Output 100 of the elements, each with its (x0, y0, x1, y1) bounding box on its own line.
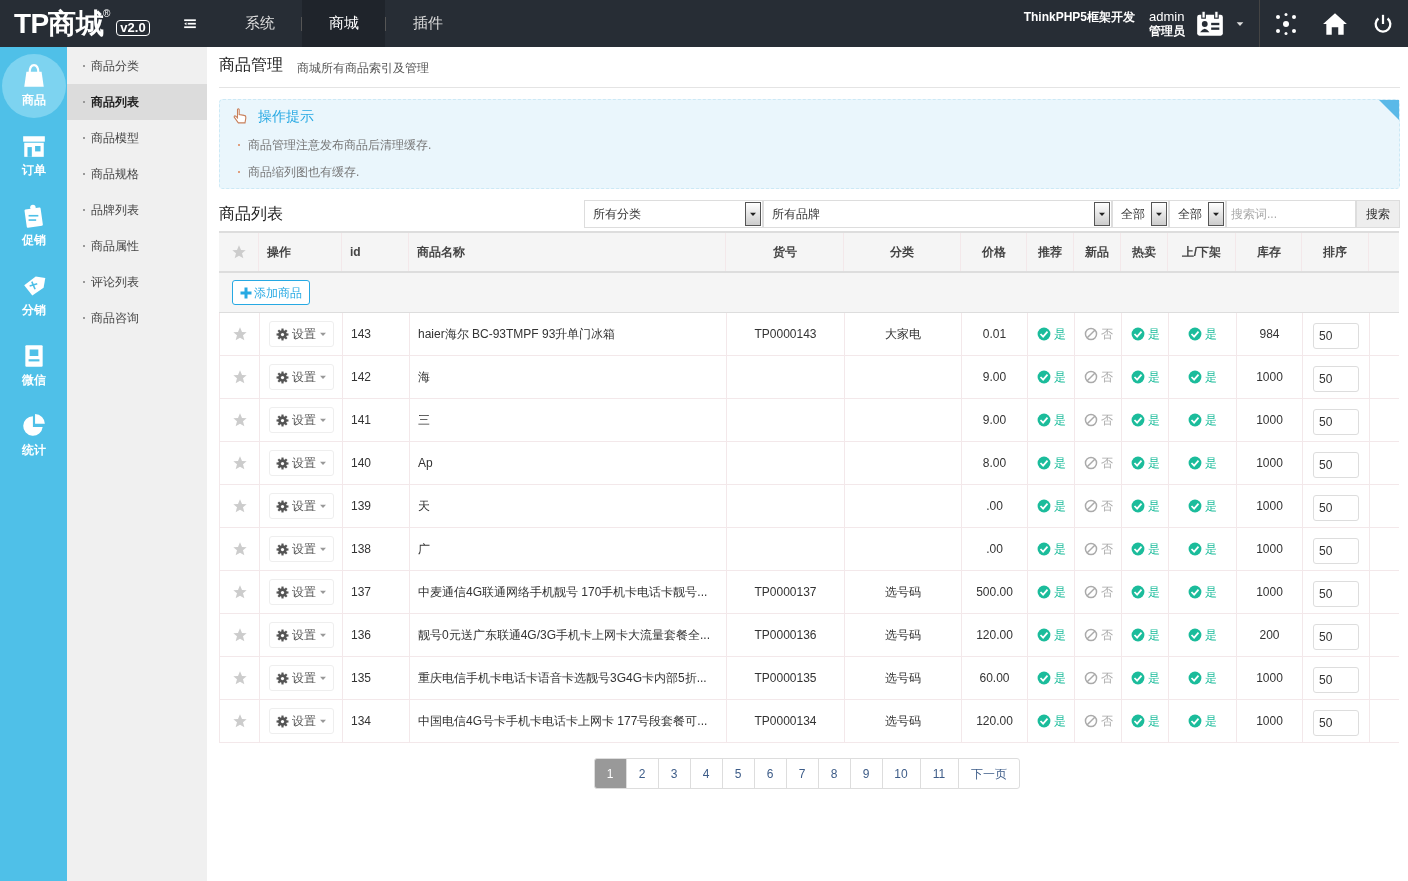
sort-field[interactable]: 50 (1313, 322, 1359, 349)
filter-dropdown[interactable]: 所有品牌 (763, 200, 1112, 228)
sort-field[interactable]: 50 (1313, 537, 1359, 564)
star-icon[interactable] (231, 369, 248, 385)
submenu-item[interactable]: 评论列表 (67, 264, 207, 300)
settings-button[interactable]: 设置 (268, 536, 334, 562)
page-link[interactable]: 3 (657, 758, 691, 789)
submenu-item[interactable]: 商品咨询 (67, 300, 207, 336)
sort-field[interactable]: 50 (1313, 666, 1359, 693)
settings-button[interactable]: 设置 (268, 407, 334, 433)
settings-button[interactable]: 设置 (268, 450, 334, 476)
page-link[interactable]: 2 (625, 758, 659, 789)
settings-button[interactable]: 设置 (268, 665, 334, 691)
status-toggle[interactable]: 否 (1083, 583, 1113, 601)
settings-button[interactable]: 设置 (268, 493, 334, 519)
status-toggle[interactable]: 是 (1130, 411, 1160, 429)
status-toggle[interactable]: 是 (1188, 583, 1217, 601)
status-toggle[interactable]: 否 (1083, 411, 1113, 429)
submenu-item[interactable]: 品牌列表 (67, 192, 207, 228)
settings-button[interactable]: 设置 (268, 708, 334, 734)
next-page-link[interactable]: 下一页 (957, 758, 1020, 789)
page-link[interactable]: 8 (817, 758, 851, 789)
star-icon[interactable] (231, 541, 248, 557)
status-toggle[interactable]: 是 (1036, 325, 1066, 343)
status-toggle[interactable]: 是 (1130, 497, 1160, 515)
sort-field[interactable]: 50 (1313, 408, 1359, 435)
sidebar-item[interactable]: 促销 (1, 194, 66, 258)
star-icon[interactable] (231, 713, 248, 729)
sort-field[interactable]: 50 (1313, 580, 1359, 607)
sort-field[interactable]: 50 (1313, 494, 1359, 521)
settings-button[interactable]: 设置 (268, 364, 334, 390)
page-link[interactable]: 9 (849, 758, 883, 789)
status-toggle[interactable]: 是 (1130, 712, 1160, 730)
page-link[interactable]: 7 (785, 758, 819, 789)
star-icon[interactable] (231, 670, 248, 686)
sidebar-item[interactable]: 订单 (1, 124, 66, 188)
status-toggle[interactable]: 是 (1188, 454, 1217, 472)
submenu-item[interactable]: 商品列表 (67, 84, 207, 120)
status-toggle[interactable]: 是 (1188, 497, 1217, 515)
sort-field[interactable]: 50 (1313, 451, 1359, 478)
sidebar-item[interactable]: 分销 (1, 264, 66, 328)
status-toggle[interactable]: 是 (1130, 454, 1160, 472)
status-toggle[interactable]: 是 (1188, 540, 1217, 558)
status-toggle[interactable]: 是 (1036, 454, 1066, 472)
status-toggle[interactable]: 是 (1130, 325, 1160, 343)
status-toggle[interactable]: 否 (1083, 669, 1113, 687)
status-toggle[interactable]: 否 (1083, 712, 1113, 730)
star-icon[interactable] (231, 455, 248, 471)
status-toggle[interactable]: 是 (1036, 368, 1066, 386)
page-link[interactable]: 11 (919, 758, 959, 789)
star-icon[interactable] (231, 412, 248, 428)
sort-field[interactable]: 50 (1313, 709, 1359, 736)
status-toggle[interactable]: 是 (1130, 626, 1160, 644)
search-field[interactable]: 搜索词... (1226, 200, 1356, 228)
page-link[interactable]: 10 (881, 758, 921, 789)
status-toggle[interactable]: 是 (1130, 368, 1160, 386)
settings-button[interactable]: 设置 (268, 622, 334, 648)
status-toggle[interactable]: 是 (1036, 712, 1066, 730)
network-icon[interactable] (1274, 11, 1298, 36)
nav-tab[interactable]: 商城 (302, 0, 385, 47)
page-link[interactable]: 4 (689, 758, 723, 789)
status-toggle[interactable]: 是 (1188, 626, 1217, 644)
sidebar-item[interactable]: 商品 (1, 54, 66, 118)
status-toggle[interactable]: 否 (1083, 540, 1113, 558)
status-toggle[interactable]: 是 (1188, 368, 1217, 386)
settings-button[interactable]: 设置 (268, 579, 334, 605)
filter-dropdown[interactable]: 全部 (1169, 200, 1226, 228)
page-link[interactable]: 5 (721, 758, 755, 789)
status-toggle[interactable]: 是 (1130, 583, 1160, 601)
status-toggle[interactable]: 是 (1188, 325, 1217, 343)
add-product-button[interactable]: 添加商品 (232, 280, 310, 305)
page-link[interactable]: 6 (753, 758, 787, 789)
status-toggle[interactable]: 是 (1036, 583, 1066, 601)
filter-dropdown[interactable]: 全部 (1112, 200, 1169, 228)
submenu-item[interactable]: 商品规格 (67, 156, 207, 192)
status-toggle[interactable]: 否 (1083, 454, 1113, 472)
status-toggle[interactable]: 是 (1036, 669, 1066, 687)
filter-dropdown[interactable]: 所有分类 (584, 200, 763, 228)
star-icon[interactable] (231, 498, 248, 514)
status-toggle[interactable]: 是 (1036, 497, 1066, 515)
status-toggle[interactable]: 是 (1130, 669, 1160, 687)
sort-field[interactable]: 50 (1313, 623, 1359, 650)
status-toggle[interactable]: 是 (1188, 669, 1217, 687)
star-icon[interactable] (231, 584, 248, 600)
sort-field[interactable]: 50 (1313, 365, 1359, 392)
status-toggle[interactable]: 是 (1036, 540, 1066, 558)
submenu-item[interactable]: 商品分类 (67, 48, 207, 84)
power-icon[interactable] (1372, 12, 1394, 35)
status-toggle[interactable]: 否 (1083, 368, 1113, 386)
nav-tab[interactable]: 系统 (218, 0, 301, 47)
settings-button[interactable]: 设置 (268, 321, 334, 347)
nav-tab[interactable]: 插件 (386, 0, 469, 47)
status-toggle[interactable]: 否 (1083, 626, 1113, 644)
star-icon[interactable] (231, 326, 248, 342)
sidebar-item[interactable]: 统计 (1, 404, 66, 468)
sidebar-item[interactable]: 微信 (1, 334, 66, 398)
status-toggle[interactable]: 否 (1083, 497, 1113, 515)
star-icon[interactable] (231, 627, 248, 643)
status-toggle[interactable]: 是 (1188, 712, 1217, 730)
status-toggle[interactable]: 否 (1083, 325, 1113, 343)
